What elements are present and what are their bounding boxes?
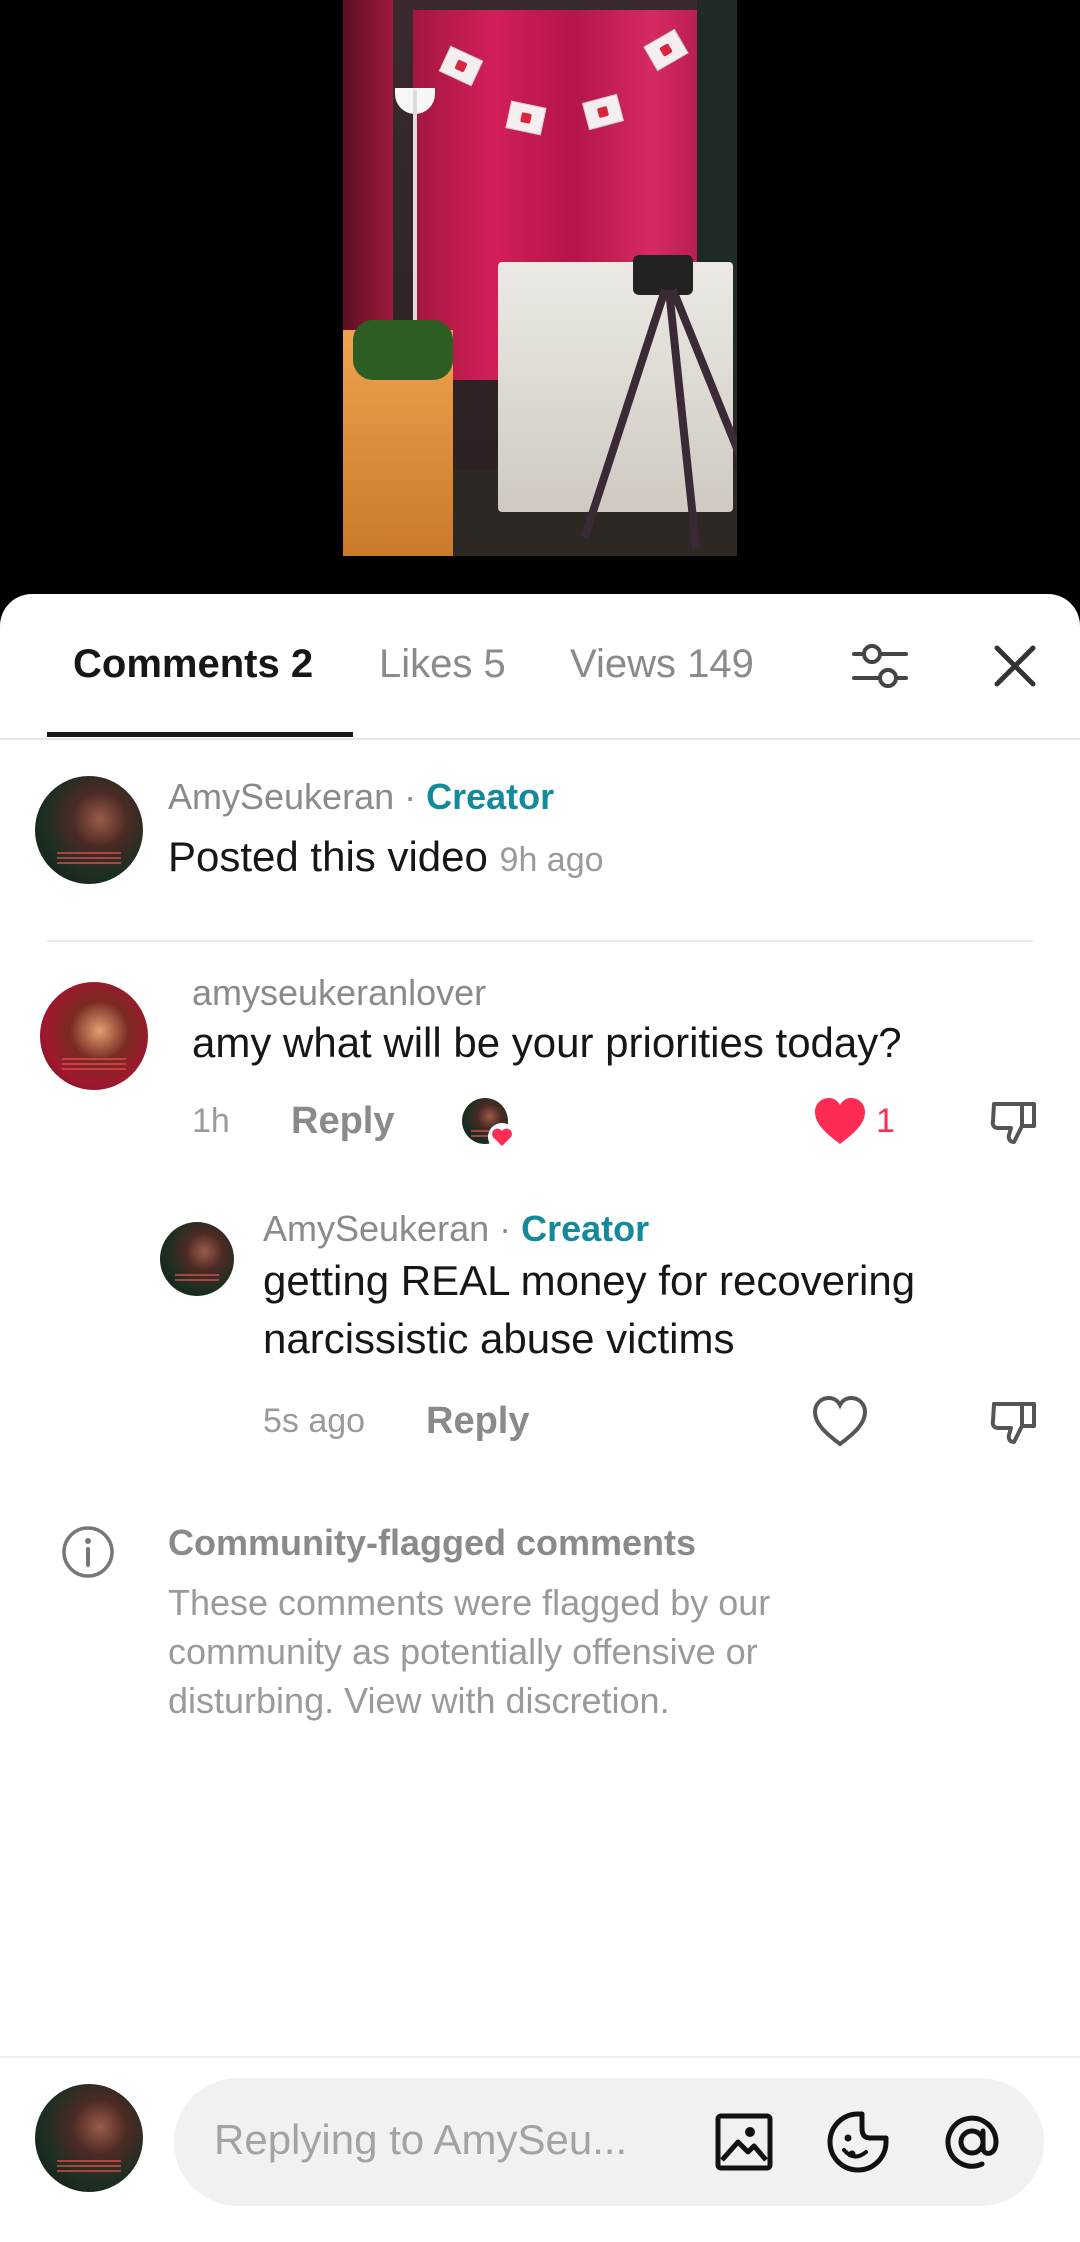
heart-icon[interactable]: [812, 1094, 868, 1150]
flagged-title: Community-flagged comments: [168, 1522, 697, 1563]
tab-comments[interactable]: Comments 2: [73, 642, 313, 687]
reply-username[interactable]: AmySeukeran · Creator: [263, 1208, 649, 1250]
post-text: Posted this video 9h ago: [168, 828, 604, 889]
tab-likes[interactable]: Likes 5: [379, 642, 506, 687]
close-icon[interactable]: [985, 636, 1045, 696]
comment-input[interactable]: Replying to AmySeu...: [174, 2078, 1044, 2206]
flagged-description: These comments were flagged by our commu…: [168, 1582, 771, 1721]
input-placeholder: Replying to AmySeu...: [214, 2116, 628, 2163]
reply-button[interactable]: Reply: [291, 1100, 394, 1143]
active-tab-indicator: [47, 732, 353, 737]
comment-input-bar: Replying to AmySeu...: [0, 2056, 1080, 2242]
comment-username[interactable]: amyseukeranlover: [192, 972, 486, 1014]
avatar[interactable]: [40, 982, 148, 1090]
creator-badge: Creator: [426, 776, 555, 817]
separator: ·: [394, 776, 427, 817]
mention-icon[interactable]: [938, 2108, 1006, 2176]
dislike-icon[interactable]: [986, 1094, 1042, 1150]
username-text[interactable]: AmySeukeran: [168, 776, 394, 817]
comment-time: 1h: [192, 1102, 230, 1140]
creator-badge: Creator: [521, 1208, 650, 1249]
table-cover: [498, 262, 733, 512]
reply-button[interactable]: Reply: [426, 1400, 529, 1443]
dislike-icon[interactable]: [986, 1394, 1042, 1450]
separator: ·: [489, 1208, 522, 1249]
post-time: 9h ago: [499, 841, 604, 879]
username-text[interactable]: AmySeukeran: [263, 1208, 489, 1249]
like-count: 1: [876, 1102, 895, 1140]
comment-text: amy what will be your priorities today?: [192, 1019, 902, 1066]
info-icon: [60, 1524, 116, 1580]
filter-icon[interactable]: [850, 636, 910, 696]
avatar[interactable]: [160, 1222, 234, 1296]
tab-bar: Comments 2 Likes 5 Views 149: [0, 594, 1080, 740]
post-username[interactable]: AmySeukeran · Creator: [168, 776, 554, 818]
avatar[interactable]: [35, 776, 143, 884]
post-text-label: Posted this video: [168, 833, 488, 880]
heart-outline-icon[interactable]: [812, 1394, 868, 1450]
tab-views[interactable]: Views 149: [570, 642, 754, 687]
creator-liked-heart-icon: [487, 1122, 517, 1152]
image-icon[interactable]: [714, 2112, 774, 2172]
comments-sheet: Comments 2 Likes 5 Views 149 AmySeukeran…: [0, 594, 1080, 2242]
divider: [47, 940, 1033, 942]
reply-text: getting REAL money for recovering narcis…: [263, 1257, 916, 1362]
video-player[interactable]: [0, 0, 1080, 600]
green-cloth: [353, 320, 453, 380]
lamp-pole: [413, 90, 417, 330]
reply-time: 5s ago: [263, 1402, 366, 1440]
avatar: [35, 2084, 143, 2192]
video-thumbnail[interactable]: [343, 0, 737, 556]
emoji-icon[interactable]: [826, 2110, 890, 2174]
